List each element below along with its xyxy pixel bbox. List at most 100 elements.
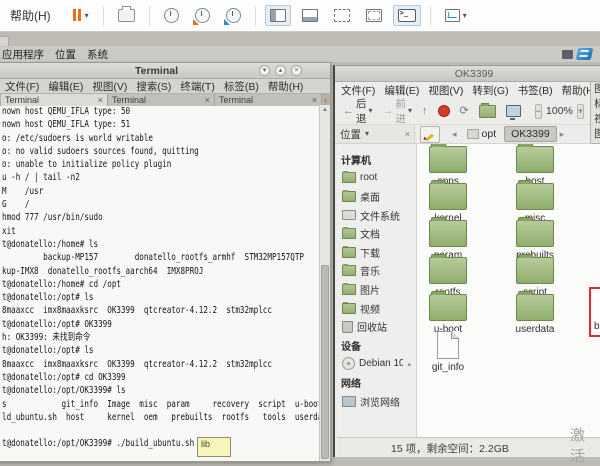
file-item[interactable]: kernel [417,183,479,224]
eject-icon[interactable]: ▴ [407,360,411,368]
folder-icon [342,284,356,295]
file-item[interactable]: rootfs [417,257,479,298]
menu-terminal[interactable]: 终端(T) [180,79,214,94]
terminal-titlebar[interactable]: Terminal ▾ ▴ × [0,63,330,79]
window-controls: ▾ ▴ × [259,65,302,76]
file-item[interactable]: misc [504,183,566,224]
file-manager-content: 计算机 root 桌面 文件系统 文档 下载 音乐 图片 视频 回收站 设备 D… [337,144,600,437]
sidebar-item-filesystem[interactable]: 文件系统 [337,206,416,225]
applications-menu[interactable]: 应用程序 [2,47,44,62]
menu-view[interactable]: 视图(V) [428,83,463,98]
sidebar-item-videos[interactable]: 视频 [337,299,416,318]
close-button[interactable]: × [291,65,302,76]
menu-tabs[interactable]: 标签(B) [224,79,259,94]
close-tab-icon[interactable]: × [312,95,317,105]
edit-location-button[interactable] [420,126,440,143]
show-library-button[interactable] [265,5,291,26]
stop-button[interactable] [434,102,454,120]
places-menu[interactable]: 位置 [55,47,76,62]
sidebar-item-documents[interactable]: 文档 [337,224,416,243]
sidebar-item-root[interactable]: root [337,169,416,188]
zoom-out-button[interactable]: − [535,104,542,119]
file-manager-titlebar[interactable]: OK3399 [335,66,600,82]
breadcrumbs: ◂ opt OK3399 ▸ [450,126,566,142]
back-button[interactable]: ← 后退 ▾ [339,93,377,129]
close-tab-icon[interactable]: × [205,95,210,105]
terminal-scrollbar[interactable]: ▲ [319,105,330,461]
close-side-pane-icon[interactable]: × [405,129,410,139]
home-button[interactable] [475,102,500,121]
terminal-line: o: no valid sudoers sources found, quitt… [2,145,331,158]
terminal-line: t@donatello:/home# ls [2,238,331,251]
help-menu[interactable]: 帮助(H) [10,7,51,24]
folder-icon [429,183,467,210]
console-view-button[interactable] [393,5,421,26]
sidebar-item-trash[interactable]: 回收站 [337,317,416,336]
scroll-up-icon[interactable]: ▲ [320,105,330,113]
fit-guest-button[interactable] [329,5,355,26]
terminal-line: t@donatello:/opt# ls [2,344,331,357]
printer-icon [118,9,135,22]
menu-go[interactable]: 转到(G) [472,83,508,98]
terminal-line: u -h / | tail -n2 [2,171,331,184]
breadcrumb-label: OK3399 [511,128,550,140]
sidebar-item-pictures[interactable]: 图片 [337,280,416,299]
view-mode-button[interactable]: 图标视图 ▾ [590,78,600,144]
sidebar-item-debian-volume[interactable]: Debian 10...▴ [337,355,416,374]
snapshot-manager-button[interactable] [221,4,246,27]
file-item[interactable]: script [504,257,566,298]
devices-button[interactable] [113,5,140,26]
folder-icon [342,247,356,258]
file-item[interactable]: userdata [504,294,566,335]
show-thumbnail-bar-button[interactable] [297,5,323,26]
file-item[interactable]: apps [417,146,479,187]
free-stretch-button[interactable] [361,5,387,26]
sidebar-item-downloads[interactable]: 下载 [337,243,416,262]
take-snapshot-button[interactable] [159,4,184,27]
menu-bookmarks[interactable]: 书签(B) [518,83,553,98]
terminal-line: xit [2,225,331,238]
revert-snapshot-icon [195,8,210,23]
menu-file[interactable]: 文件(F) [5,79,39,94]
side-pane-selector[interactable]: 位置 ▾ × [335,125,415,143]
close-tab-icon[interactable]: × [98,95,103,105]
menu-help[interactable]: 帮助(H) [268,79,304,94]
terminal-output[interactable]: nown host QEMU_IFLA type: 50 nown host Q… [2,105,331,461]
file-item[interactable]: param [417,220,479,261]
vm-app-toolbar: 帮助(H) ▾ ▾ [0,0,600,32]
divider [430,6,431,26]
reload-button[interactable]: ⟳ [456,103,473,119]
minimize-button[interactable]: ▾ [259,65,270,76]
breadcrumb-scroll-right-icon[interactable]: ▸ [558,129,567,140]
maximize-button[interactable]: ▴ [275,65,286,76]
sidebar-item-desktop[interactable]: 桌面 [337,187,416,206]
computer-button[interactable] [502,102,525,120]
scrollbar-thumb[interactable] [321,265,329,459]
revert-snapshot-button[interactable] [190,4,215,27]
pause-vm-button[interactable]: ▾ [67,3,94,29]
breadcrumb-opt[interactable]: opt [460,126,504,142]
input-method-tray-icon[interactable] [576,48,594,60]
sidebar-item-music[interactable]: 音乐 [337,262,416,281]
file-item[interactable]: host [504,146,566,187]
system-menu[interactable]: 系统 [87,47,108,62]
breadcrumb-ok3399[interactable]: OK3399 [504,126,557,142]
file-item[interactable]: u-boot [417,294,479,335]
terminal-menubar: 文件(F) 编辑(E) 视图(V) 搜索(S) 终端(T) 标签(B) 帮助(H… [0,79,330,93]
volume-tray-icon[interactable] [562,50,573,59]
file-grid[interactable]: apps host kernel misc param prebuilts ro… [417,144,600,437]
fullscreen-button[interactable]: ▾ [440,5,472,26]
sidebar-item-browse-network[interactable]: 浏览网络 [337,392,416,411]
menu-search[interactable]: 搜索(S) [136,79,171,94]
file-item[interactable]: bu [594,321,600,332]
terminal-line [2,424,331,437]
stop-icon [438,105,450,117]
file-item[interactable]: prebuilts [504,220,566,261]
breadcrumb-scroll-left-icon[interactable]: ◂ [450,129,459,140]
zoom-in-button[interactable]: + [577,104,584,119]
menu-view[interactable]: 视图(V) [92,79,127,94]
file-item[interactable]: git_info [417,331,479,373]
menu-edit[interactable]: 编辑(E) [48,79,83,94]
up-button[interactable]: ↑ [418,103,432,119]
forward-button[interactable]: → 前进 ▾ [379,93,417,129]
